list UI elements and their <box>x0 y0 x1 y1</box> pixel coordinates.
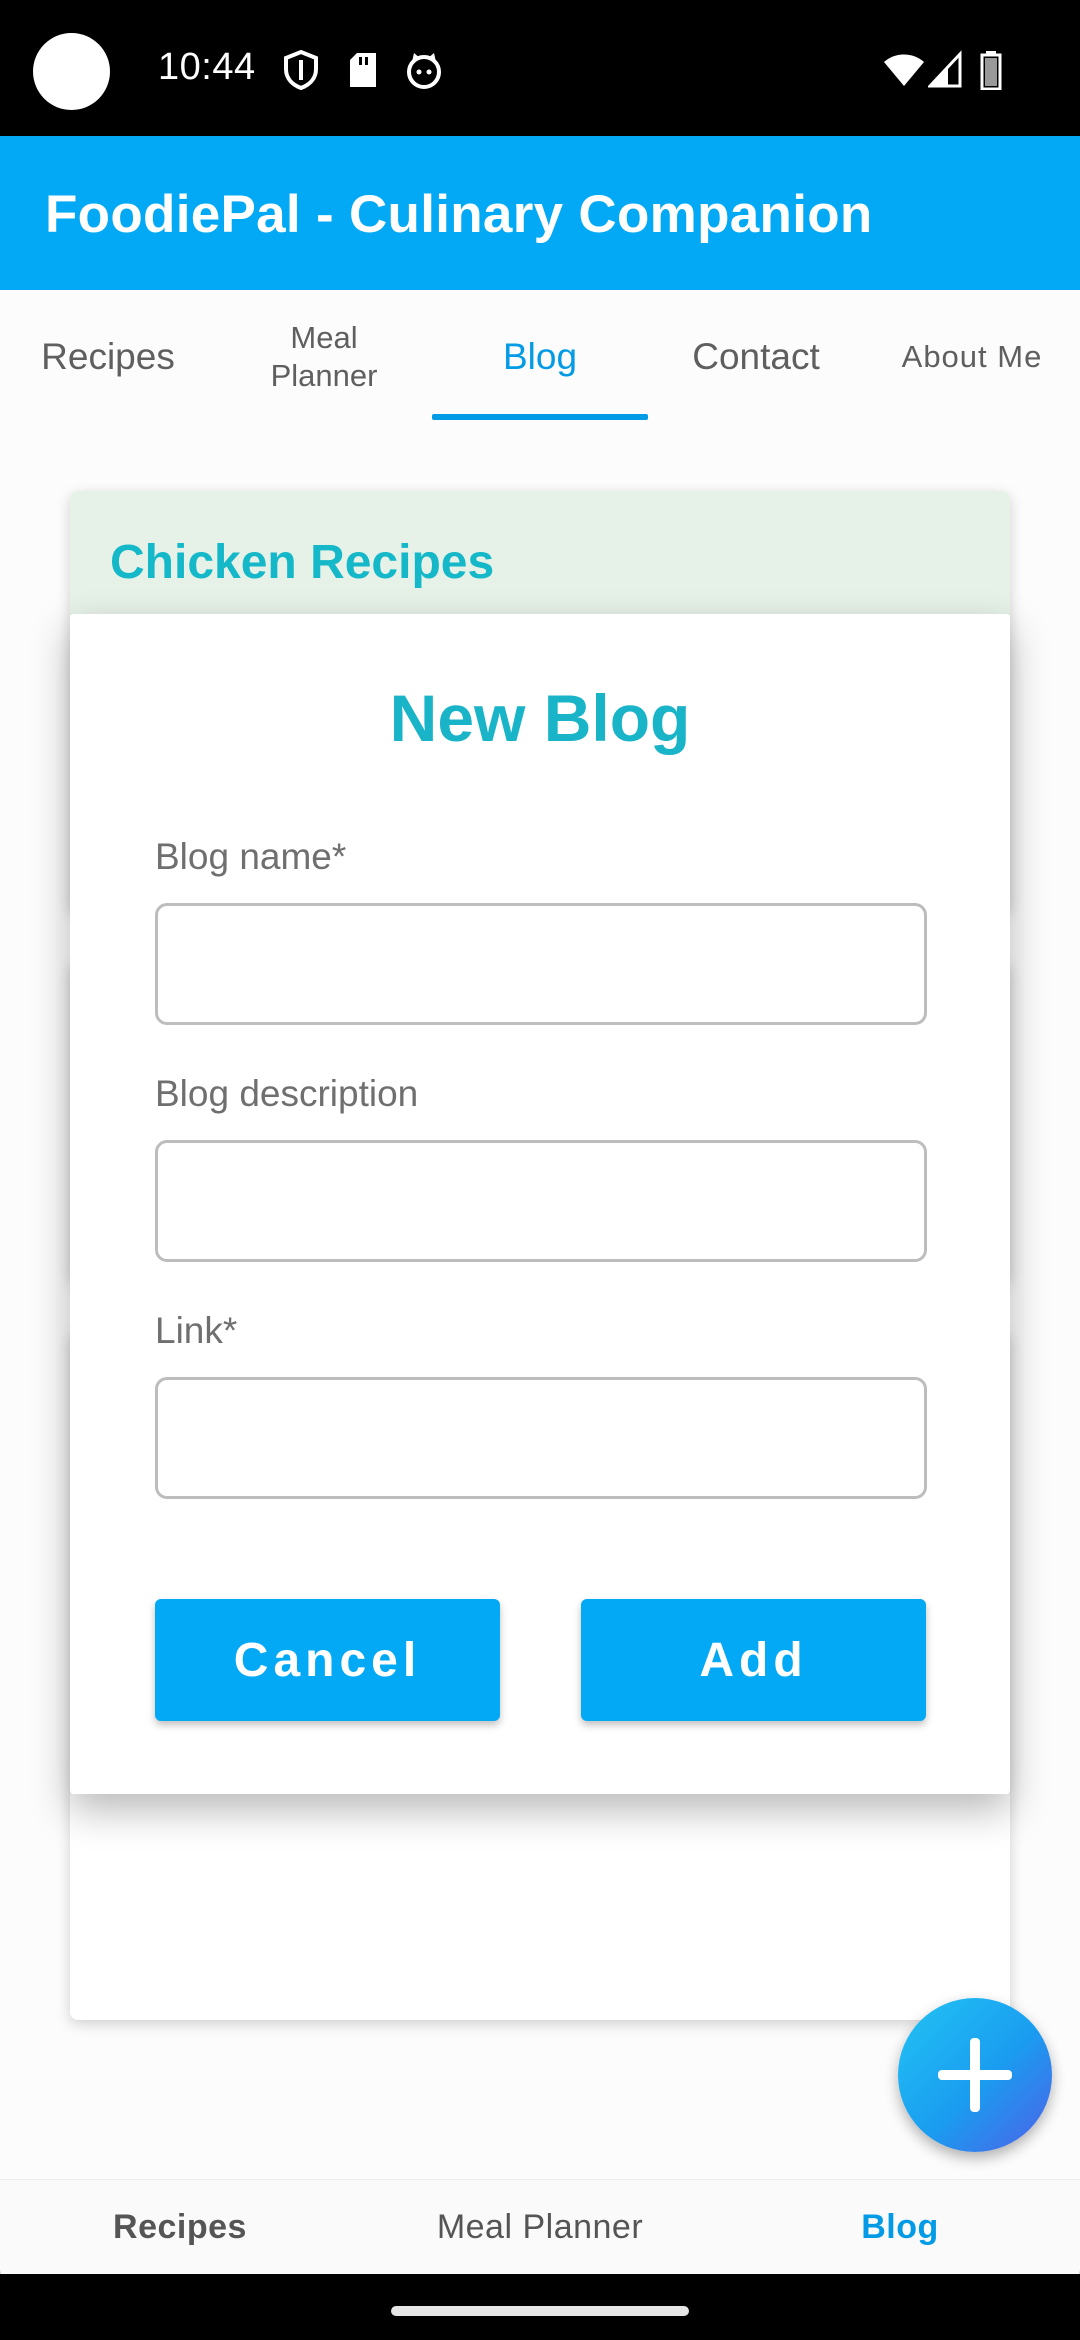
blog-description-input[interactable] <box>155 1140 927 1262</box>
battery-icon <box>980 51 1002 90</box>
blog-name-label: Blog name* <box>155 836 347 877</box>
home-indicator[interactable] <box>391 2306 689 2316</box>
blog-card-title: Chicken Recipes <box>110 536 495 589</box>
phone-screen: 10:44 FoodiePal - Culinary Companion Rec… <box>0 0 1080 2340</box>
wifi-icon <box>884 54 924 86</box>
tab-meal-planner[interactable]: Meal Planner <box>216 290 432 424</box>
plus-icon <box>938 2038 1012 2112</box>
top-tabs: Recipes Meal Planner Blog Contact About … <box>0 290 1080 424</box>
app-bar: FoodiePal - Culinary Companion <box>0 136 1080 290</box>
camera-cutout <box>33 33 110 110</box>
add-blog-fab[interactable] <box>898 1998 1052 2152</box>
new-blog-dialog: New Blog Blog name* Blog description Lin… <box>70 614 1010 1794</box>
cancel-button[interactable]: Cancel <box>155 1599 500 1721</box>
link-label: Link* <box>155 1310 238 1351</box>
status-bar: 10:44 <box>0 0 1080 136</box>
cat-icon <box>407 53 441 89</box>
gesture-bar <box>0 2274 1080 2340</box>
tab-indicator <box>432 414 648 420</box>
bottom-nav-meal-planner[interactable]: Meal Planner <box>360 2180 720 2275</box>
bottom-navigation: Recipes Meal Planner Blog <box>0 2179 1080 2274</box>
tab-recipes[interactable]: Recipes <box>0 290 216 424</box>
blog-card-header: Chicken Recipes <box>70 491 1010 615</box>
tab-about-me[interactable]: About Me <box>864 290 1080 424</box>
blog-name-input[interactable] <box>155 903 927 1025</box>
bottom-nav-blog[interactable]: Blog <box>720 2180 1080 2275</box>
status-time: 10:44 <box>158 46 256 88</box>
app-title: FoodiePal - Culinary Companion <box>45 185 873 244</box>
sd-card-icon <box>350 53 376 87</box>
link-input[interactable] <box>155 1377 927 1499</box>
shield-icon <box>284 50 318 90</box>
bottom-nav-recipes[interactable]: Recipes <box>0 2180 360 2275</box>
tab-meal-planner-label: Meal Planner <box>270 320 378 393</box>
blog-description-label: Blog description <box>155 1073 419 1114</box>
tab-blog[interactable]: Blog <box>432 290 648 424</box>
dialog-title: New Blog <box>389 681 691 755</box>
tab-contact[interactable]: Contact <box>648 290 864 424</box>
signal-icon <box>928 50 962 88</box>
add-button[interactable]: Add <box>581 1599 926 1721</box>
